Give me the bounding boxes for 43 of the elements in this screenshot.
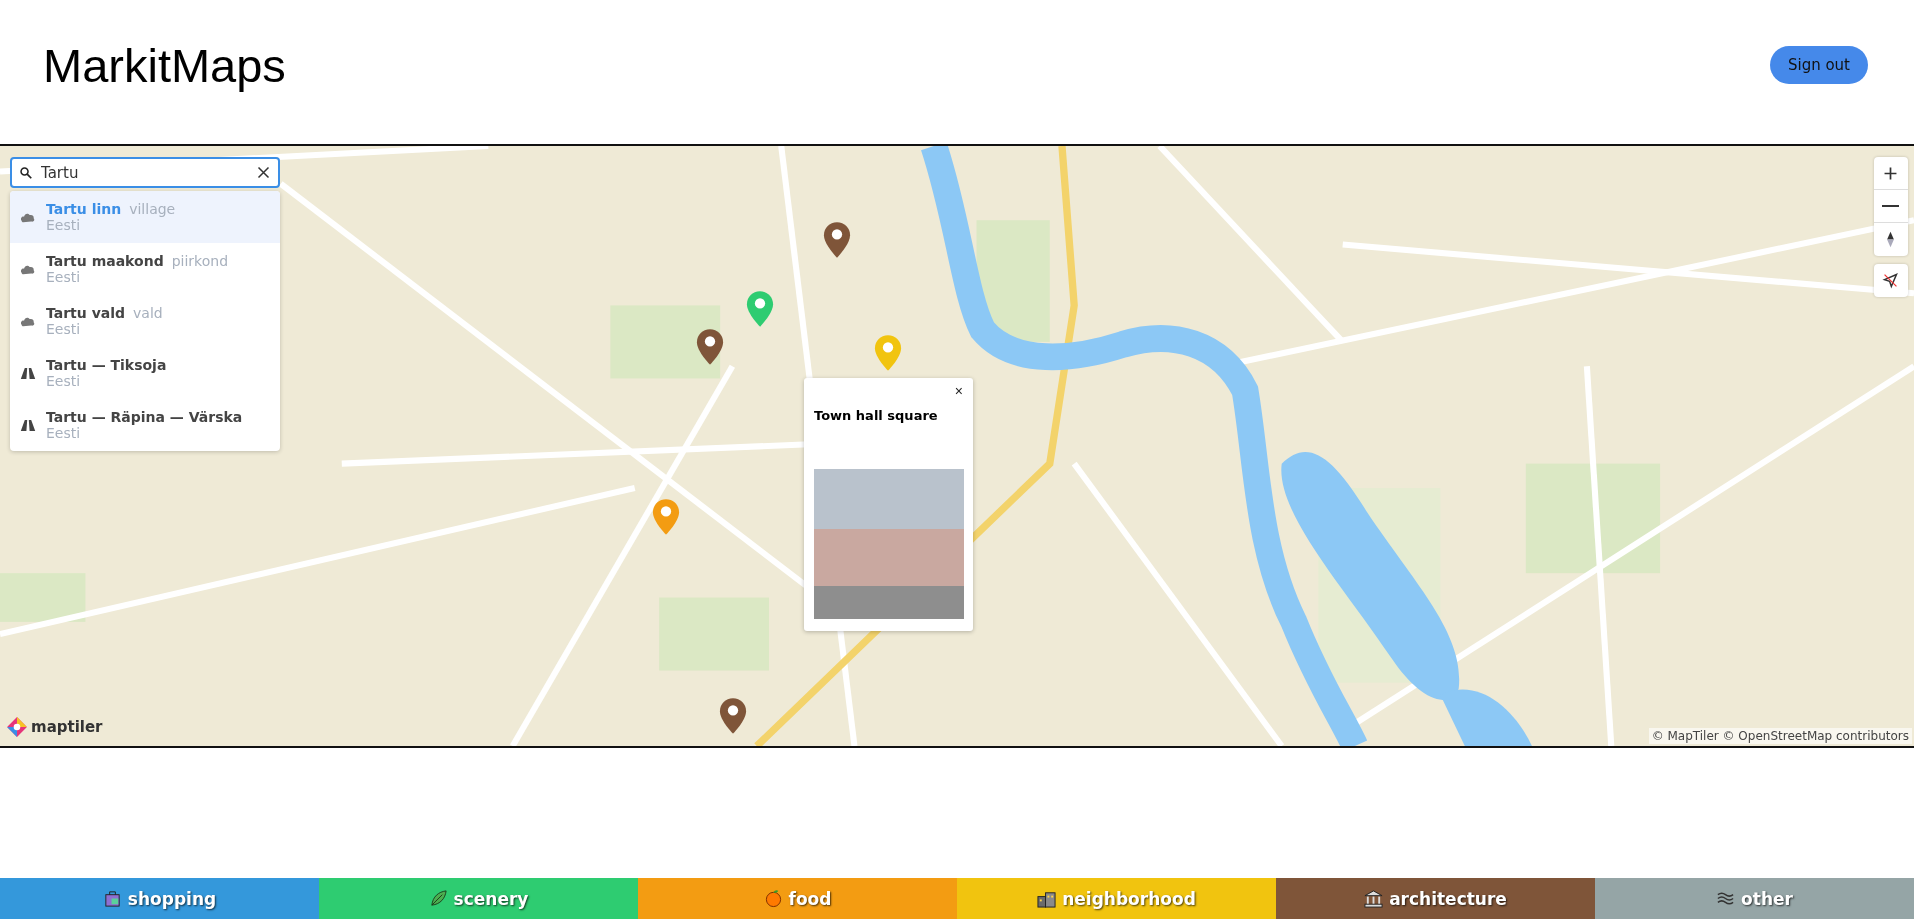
search-result-item[interactable]: Tartu vald vald Eesti <box>10 295 280 347</box>
road-icon <box>20 366 36 380</box>
search-field[interactable]: Tartu <box>10 157 280 188</box>
result-type: village <box>129 201 176 217</box>
classical-building-icon <box>1364 889 1384 908</box>
maptiler-logo[interactable]: maptiler <box>6 716 103 738</box>
result-name: Tartu — Tiksoja <box>46 357 167 373</box>
search-result-item[interactable]: Tartu — Räpina — Värska Eesti <box>10 399 280 451</box>
category-tab[interactable]: architecture <box>1276 878 1595 919</box>
close-button[interactable]: × <box>950 382 967 400</box>
result-type: piirkond <box>171 253 228 269</box>
search-result-item[interactable]: Tartu — Tiksoja Eesti <box>10 347 280 399</box>
plus-icon <box>1882 165 1899 182</box>
app-logo: MarkitMaps <box>43 37 286 93</box>
shopping-bag-icon <box>102 889 122 908</box>
minus-icon <box>1882 205 1899 207</box>
location-disabled-icon <box>1882 272 1899 289</box>
map-attribution[interactable]: © MapTiler © OpenStreetMap contributors <box>1648 728 1912 744</box>
locate-button[interactable] <box>1874 264 1908 297</box>
result-name: Tartu — Räpina — Värska <box>46 409 243 425</box>
diamond-logo-icon <box>6 716 28 738</box>
popup-title: Town hall square <box>814 408 939 423</box>
maptiler-logo-text: maptiler <box>31 718 103 736</box>
map-pin-icon[interactable] <box>696 328 725 366</box>
result-country: Eesti <box>46 217 82 233</box>
leaf-icon <box>428 889 448 908</box>
result-name: Tartu maakond <box>46 253 164 269</box>
houses-icon <box>1037 889 1057 908</box>
search-icon <box>19 166 33 180</box>
search-result-item[interactable]: Tartu maakond piirkond Eesti <box>10 243 280 295</box>
result-country: Eesti <box>46 269 82 285</box>
result-name: Tartu vald <box>46 305 126 321</box>
fruit-icon <box>763 889 783 908</box>
result-country: Eesti <box>46 321 82 337</box>
map-pin-icon[interactable] <box>719 697 748 735</box>
result-type: vald <box>133 305 163 321</box>
result-name: Tartu linn <box>46 201 122 217</box>
result-country: Eesti <box>46 373 82 389</box>
clear-icon[interactable] <box>256 165 271 180</box>
result-country: Eesti <box>46 425 82 441</box>
map-pin-icon[interactable] <box>823 220 852 259</box>
sign-out-button[interactable]: Sign out <box>1769 46 1868 84</box>
road-icon <box>20 418 36 432</box>
